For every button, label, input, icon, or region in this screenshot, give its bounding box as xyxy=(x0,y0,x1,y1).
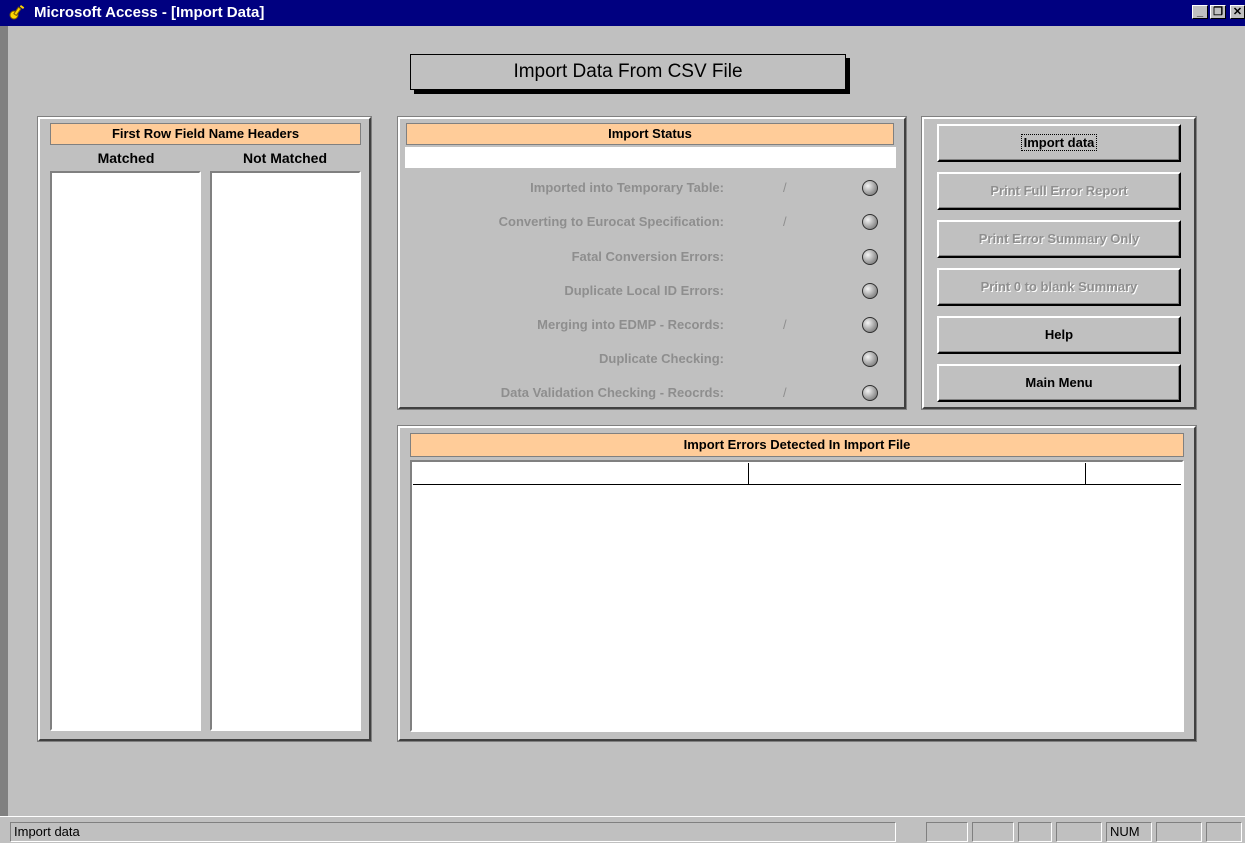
help-button[interactable]: Help xyxy=(937,316,1181,354)
status-led-icon xyxy=(862,214,878,230)
not-matched-fields-list[interactable] xyxy=(210,171,361,731)
status-step-label: Duplicate Local ID Errors: xyxy=(564,283,724,298)
window-title: Microsoft Access - [Import Data] xyxy=(34,4,265,21)
restore-button[interactable]: ❐ xyxy=(1210,5,1226,19)
status-step-count: / xyxy=(783,180,787,195)
access-key-icon xyxy=(8,4,28,22)
status-indicator-pane xyxy=(1018,822,1052,842)
minimize-icon: _ xyxy=(1196,6,1204,18)
field-headers-title: First Row Field Name Headers xyxy=(50,123,361,145)
import-errors-list[interactable] xyxy=(410,460,1184,732)
status-led-icon xyxy=(862,283,878,299)
status-led-icon xyxy=(862,317,878,333)
num-lock-indicator: NUM xyxy=(1106,822,1152,842)
status-message: Import data xyxy=(10,822,896,842)
status-indicator-pane xyxy=(1206,822,1242,842)
matched-fields-list[interactable] xyxy=(50,171,201,731)
column-divider[interactable] xyxy=(748,463,749,485)
status-led-icon xyxy=(862,351,878,367)
status-led-icon xyxy=(862,180,878,196)
import-data-button[interactable]: Import data xyxy=(937,124,1181,162)
column-divider[interactable] xyxy=(1085,463,1086,485)
import-data-label: Import data xyxy=(1020,134,1098,151)
status-step-count: / xyxy=(783,214,787,229)
main-menu-button[interactable]: Main Menu xyxy=(937,364,1181,402)
restore-icon: ❐ xyxy=(1213,6,1223,18)
status-indicator-pane xyxy=(1156,822,1202,842)
minimize-button[interactable]: _ xyxy=(1192,5,1208,19)
status-led-icon xyxy=(862,249,878,265)
status-step-label: Fatal Conversion Errors: xyxy=(571,249,724,264)
import-errors-title: Import Errors Detected In Import File xyxy=(410,433,1184,457)
status-step-label: Imported into Temporary Table: xyxy=(530,180,724,195)
not-matched-label: Not Matched xyxy=(243,150,327,166)
status-indicator-pane xyxy=(926,822,968,842)
close-button[interactable]: ✕ xyxy=(1230,5,1245,19)
print-error-summary-only-button[interactable]: Print Error Summary Only xyxy=(937,220,1181,258)
status-step-count: / xyxy=(783,317,787,332)
errors-list-header-row xyxy=(413,463,1181,485)
import-status-progress xyxy=(405,147,896,168)
status-step-label: Duplicate Checking: xyxy=(599,351,724,366)
status-indicator-pane xyxy=(972,822,1014,842)
status-step-label: Converting to Eurocat Specification: xyxy=(498,214,724,229)
matched-label: Matched xyxy=(97,150,155,166)
status-step-label: Merging into EDMP - Records: xyxy=(537,317,724,332)
status-led-icon xyxy=(862,385,878,401)
print-full-error-report-button[interactable]: Print Full Error Report xyxy=(937,172,1181,210)
status-indicator-pane xyxy=(1056,822,1102,842)
close-icon: ✕ xyxy=(1232,6,1243,18)
window-edge xyxy=(0,26,8,816)
status-step-count: / xyxy=(783,385,787,400)
import-status-title: Import Status xyxy=(406,123,894,145)
print-0-to-blank-summary-button[interactable]: Print 0 to blank Summary xyxy=(937,268,1181,306)
status-step-label: Data Validation Checking - Reocrds: xyxy=(500,385,724,400)
form-header: Import Data From CSV File xyxy=(410,54,846,90)
